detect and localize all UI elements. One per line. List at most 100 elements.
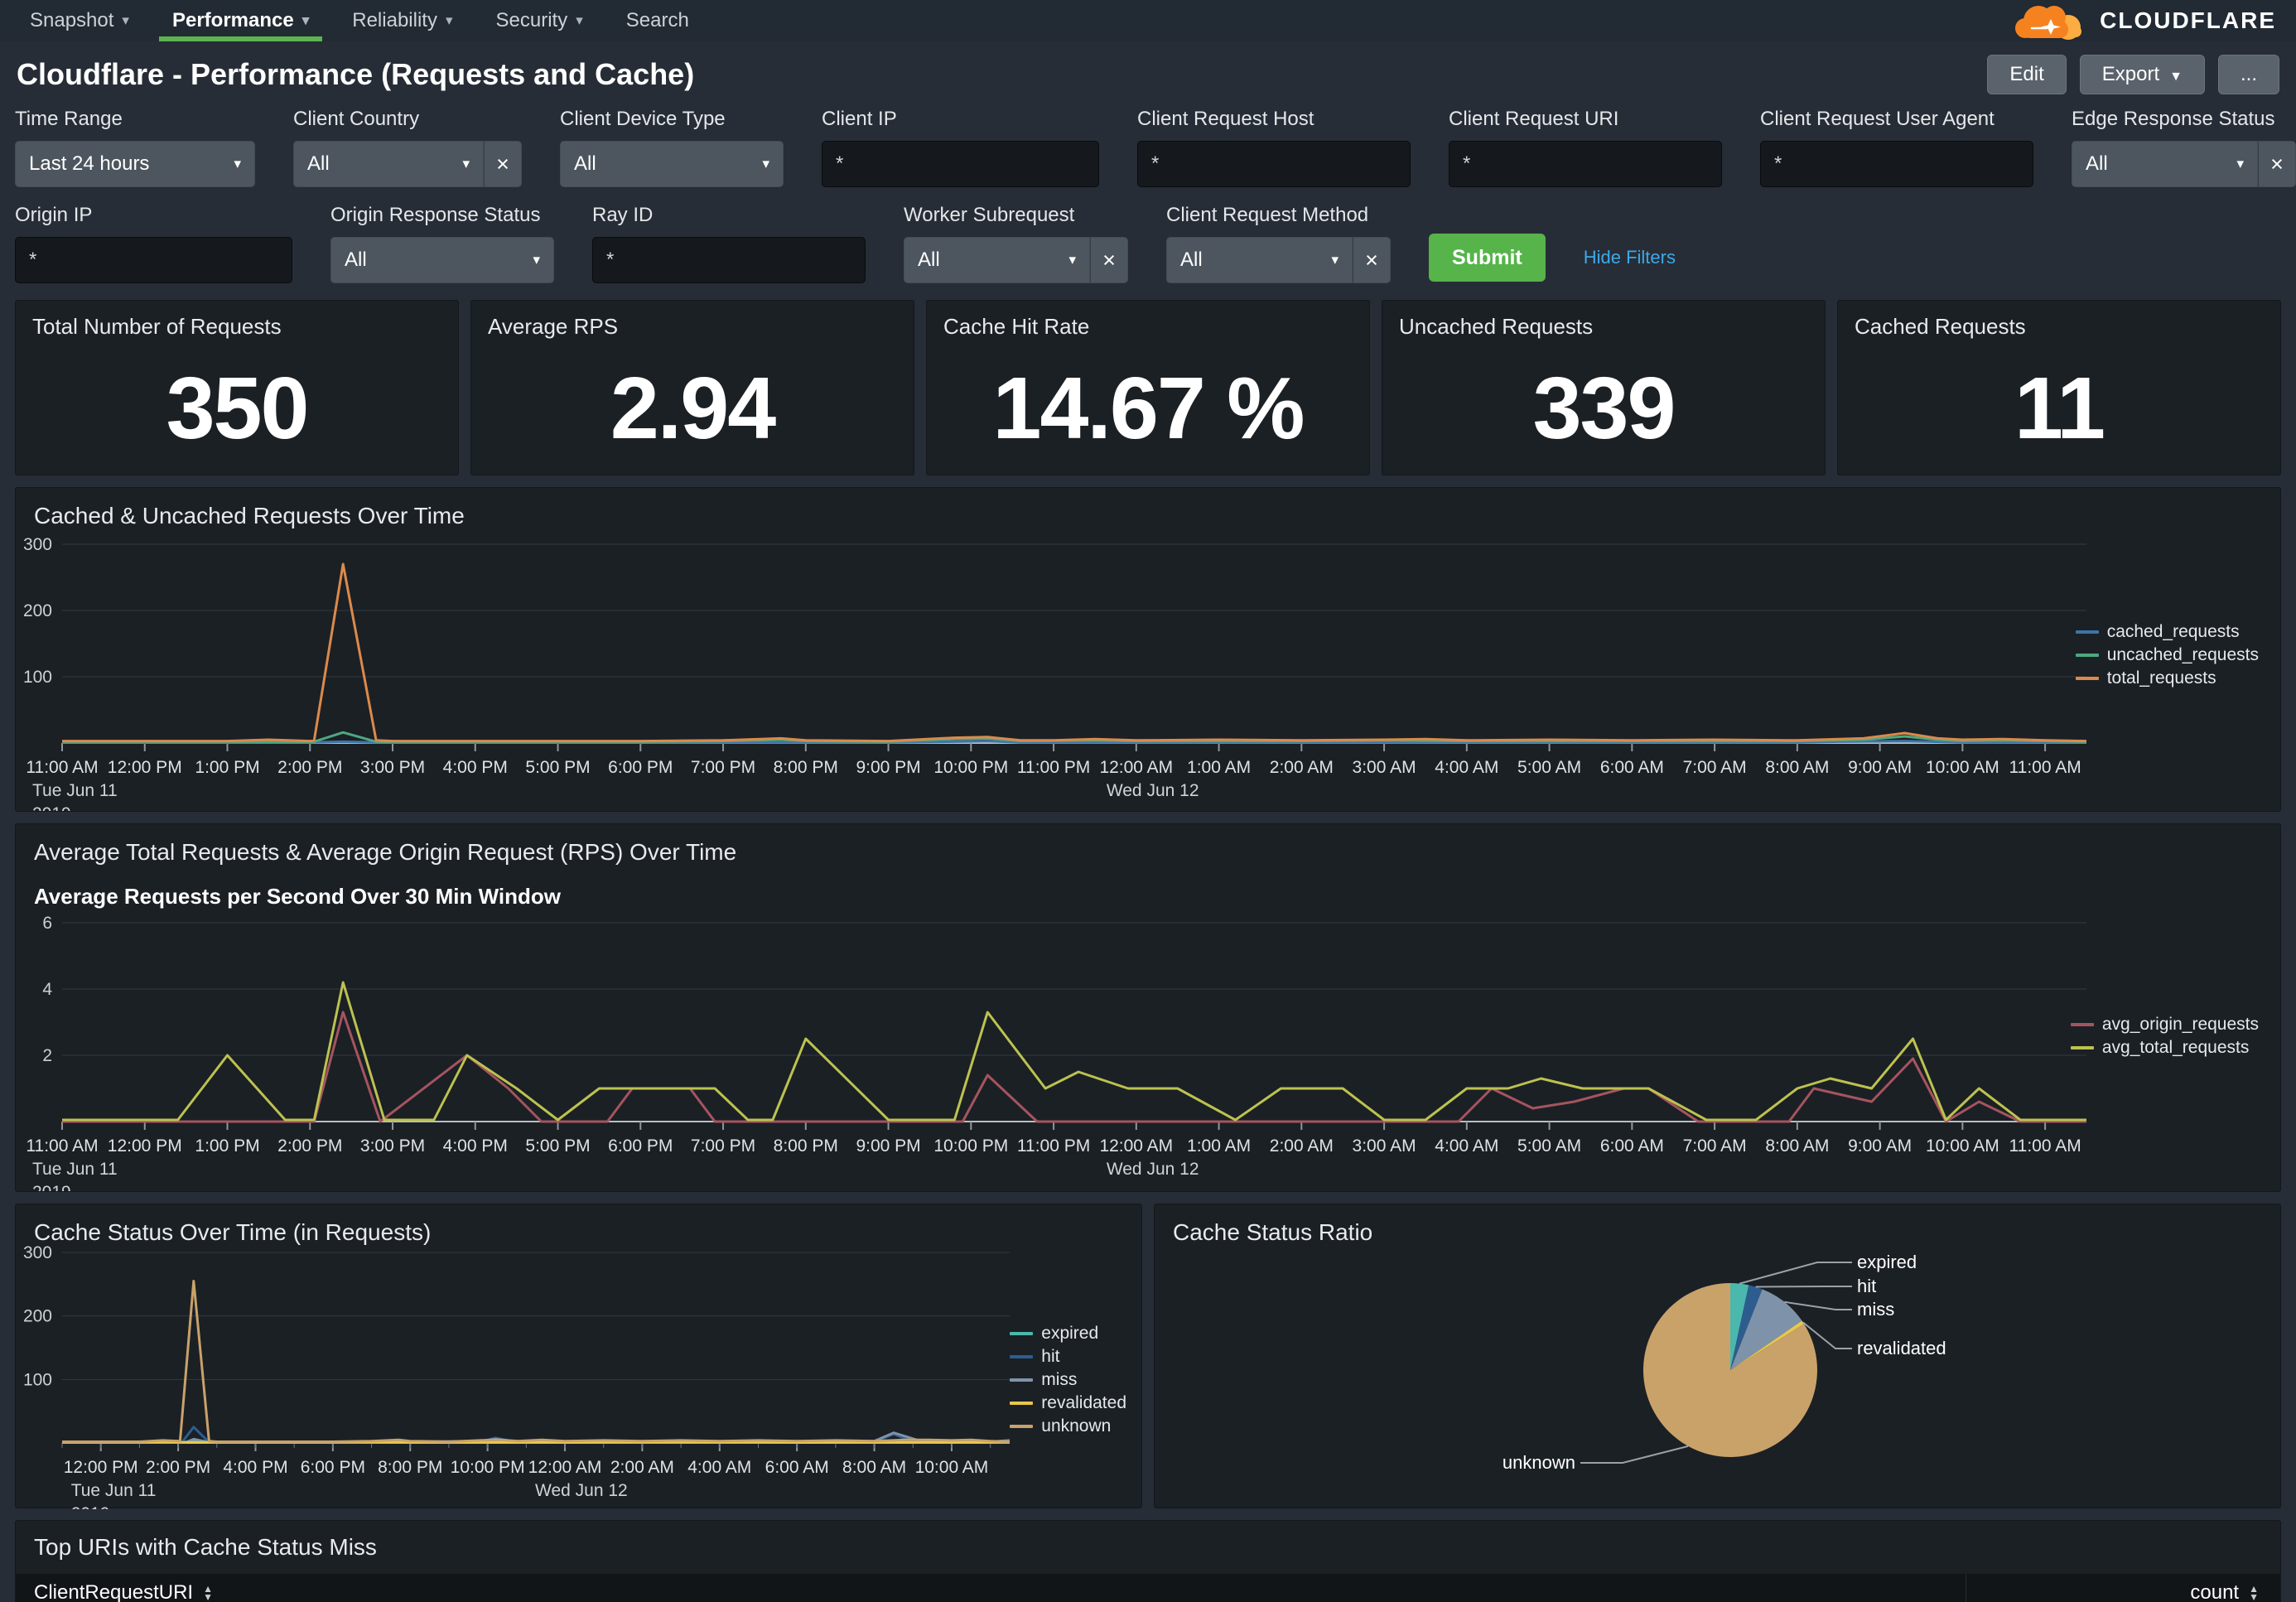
stat-value: 339 xyxy=(1382,342,1825,475)
filter-client-request-host: Client Request Host xyxy=(1137,108,1411,187)
client-request-uri-input[interactable] xyxy=(1449,141,1722,187)
x-tick-label: 2:00 PM xyxy=(146,1458,210,1477)
y-axis-label: 200 xyxy=(23,1307,52,1326)
stat-value: 11 xyxy=(1838,342,2280,475)
y-axis-label: 6 xyxy=(42,914,52,933)
time-range-select[interactable]: Last 24 hours▾ xyxy=(15,141,255,187)
legend-label: cached_requests xyxy=(2107,622,2240,642)
header-buttons: Edit Export▼ ... xyxy=(1987,55,2279,94)
legend-item-unknown[interactable]: unknown xyxy=(1010,1416,1126,1436)
filter-label: Client Country xyxy=(293,108,522,131)
nav-item-performance[interactable]: Performance▾ xyxy=(151,0,330,41)
legend-label: uncached_requests xyxy=(2107,645,2259,665)
x-tick-label: 1:00 PM xyxy=(195,758,259,777)
chevron-down-icon: ▾ xyxy=(1331,252,1339,268)
x-tick-label: 9:00 AM xyxy=(1848,758,1912,777)
filter-time-range: Time Range Last 24 hours▾ xyxy=(15,108,255,187)
x-tick-label: 4:00 PM xyxy=(223,1458,287,1477)
y-axis-label: 200 xyxy=(23,601,52,620)
more-options-button[interactable]: ... xyxy=(2218,55,2279,94)
series-line-avg_total_requests xyxy=(62,982,2086,1120)
filter-label: Time Range xyxy=(15,108,255,131)
legend-item-cached_requests[interactable]: cached_requests xyxy=(2076,622,2259,642)
client-device-type-select[interactable]: All▾ xyxy=(560,141,784,187)
legend-item-avg_origin_requests[interactable]: avg_origin_requests xyxy=(2071,1015,2259,1035)
x-tick-sublabel: 2019 xyxy=(71,1504,110,1509)
cloudflare-cloud-icon xyxy=(2007,0,2093,44)
panel-title: Cache Status Over Time (in Requests) xyxy=(16,1204,1141,1246)
legend-item-revalidated[interactable]: revalidated xyxy=(1010,1393,1126,1413)
legend-label: unknown xyxy=(1041,1416,1111,1436)
x-tick-label: 10:00 PM xyxy=(933,758,1008,777)
edit-button[interactable]: Edit xyxy=(1987,55,2066,94)
filter-control: All▾× xyxy=(2072,141,2296,187)
x-tick-label: 8:00 PM xyxy=(774,758,838,777)
stat-panel-cached-requests: Cached Requests11 xyxy=(1837,300,2281,475)
stat-title: Cached Requests xyxy=(1855,314,2026,340)
column-header-count[interactable]: count ▲▼ xyxy=(1966,1574,2280,1602)
x-tick-label: 5:00 PM xyxy=(525,758,590,777)
worker-subrequest-clear-button[interactable]: × xyxy=(1090,237,1128,283)
nav-menu: Snapshot▾Performance▾Reliability▾Securit… xyxy=(8,0,711,41)
stat-panel-uncached-requests: Uncached Requests339 xyxy=(1382,300,1826,475)
client-request-user-agent-input[interactable] xyxy=(1760,141,2033,187)
chart-subtitle: Average Requests per Second Over 30 Min … xyxy=(16,866,2280,910)
x-tick-label: 4:00 PM xyxy=(443,758,508,777)
legend-item-miss[interactable]: miss xyxy=(1010,1370,1126,1390)
client-request-method-clear-button[interactable]: × xyxy=(1353,237,1391,283)
series-line-total_requests xyxy=(62,564,2086,741)
client-country-select[interactable]: All▾ xyxy=(293,141,484,187)
header-row: Cloudflare - Performance (Requests and C… xyxy=(17,55,2279,94)
hide-filters-link[interactable]: Hide Filters xyxy=(1584,234,1676,268)
nav-item-search[interactable]: Search xyxy=(605,0,711,41)
chevron-down-icon: ▾ xyxy=(576,12,583,29)
edge-response-status-select[interactable]: All▾ xyxy=(2072,141,2258,187)
client-request-host-input[interactable] xyxy=(1137,141,1411,187)
x-tick-label: 6:00 AM xyxy=(765,1458,829,1477)
panel-top-uris: Top URIs with Cache Status Miss ClientRe… xyxy=(15,1520,2281,1602)
x-tick-label: 8:00 AM xyxy=(842,1458,906,1477)
x-tick-label: 1:00 PM xyxy=(195,1136,259,1156)
client-country-clear-button[interactable]: × xyxy=(484,141,522,187)
filter-client-request-uri: Client Request URI xyxy=(1449,108,1722,187)
client-ip-input[interactable] xyxy=(822,141,1099,187)
legend-label: avg_total_requests xyxy=(2102,1038,2249,1058)
y-axis-label: 100 xyxy=(23,1370,52,1389)
legend-item-uncached_requests[interactable]: uncached_requests xyxy=(2076,645,2259,665)
worker-subrequest-select[interactable]: All▾ xyxy=(904,237,1090,283)
origin-ip-input[interactable] xyxy=(15,237,292,283)
select-value: Last 24 hours xyxy=(29,152,149,176)
select-value: All xyxy=(1180,249,1203,272)
origin-response-status-select[interactable]: All▾ xyxy=(330,237,554,283)
x-tick-label: 12:00 AM xyxy=(1099,758,1173,777)
legend-swatch xyxy=(2076,630,2099,634)
legend-item-hit[interactable]: hit xyxy=(1010,1347,1126,1367)
x-tick-label: 8:00 AM xyxy=(1765,1136,1829,1156)
legend-item-total_requests[interactable]: total_requests xyxy=(2076,668,2259,688)
edge-response-status-clear-button[interactable]: × xyxy=(2258,141,2296,187)
ray-id-input[interactable] xyxy=(592,237,866,283)
nav-item-security[interactable]: Security▾ xyxy=(475,0,605,41)
x-tick-label: 4:00 AM xyxy=(1435,758,1498,777)
column-header-clientrequesturi[interactable]: ClientRequestURI ▲▼ xyxy=(16,1581,1966,1602)
x-tick-label: 2:00 AM xyxy=(1270,758,1334,777)
nav-item-snapshot[interactable]: Snapshot▾ xyxy=(8,0,151,41)
x-tick-label: 6:00 AM xyxy=(1600,758,1664,777)
chevron-down-icon: ▾ xyxy=(533,252,540,268)
submit-button[interactable]: Submit xyxy=(1429,234,1546,282)
legend-item-avg_total_requests[interactable]: avg_total_requests xyxy=(2071,1038,2259,1058)
x-tick-label: 11:00 AM xyxy=(2009,758,2081,777)
x-tick-label: 5:00 AM xyxy=(1517,1136,1581,1156)
legend-item-expired[interactable]: expired xyxy=(1010,1324,1126,1344)
legend-swatch xyxy=(2071,1046,2094,1050)
export-button[interactable]: Export▼ xyxy=(2080,55,2205,94)
nav-item-reliability[interactable]: Reliability▾ xyxy=(330,0,474,41)
x-tick-label: 6:00 AM xyxy=(1600,1136,1664,1156)
chart-legend: cached_requests uncached_requests total_re… xyxy=(2076,619,2259,692)
filter-client-request-method: Client Request MethodAll▾× xyxy=(1166,204,1391,283)
x-tick-sublabel: Wed Jun 12 xyxy=(1107,781,1199,800)
filter-worker-subrequest: Worker SubrequestAll▾× xyxy=(904,204,1128,283)
panel-title: Cached & Uncached Requests Over Time xyxy=(16,488,2280,529)
x-tick-label: 5:00 AM xyxy=(1517,758,1581,777)
client-request-method-select[interactable]: All ▾ xyxy=(1166,237,1353,283)
